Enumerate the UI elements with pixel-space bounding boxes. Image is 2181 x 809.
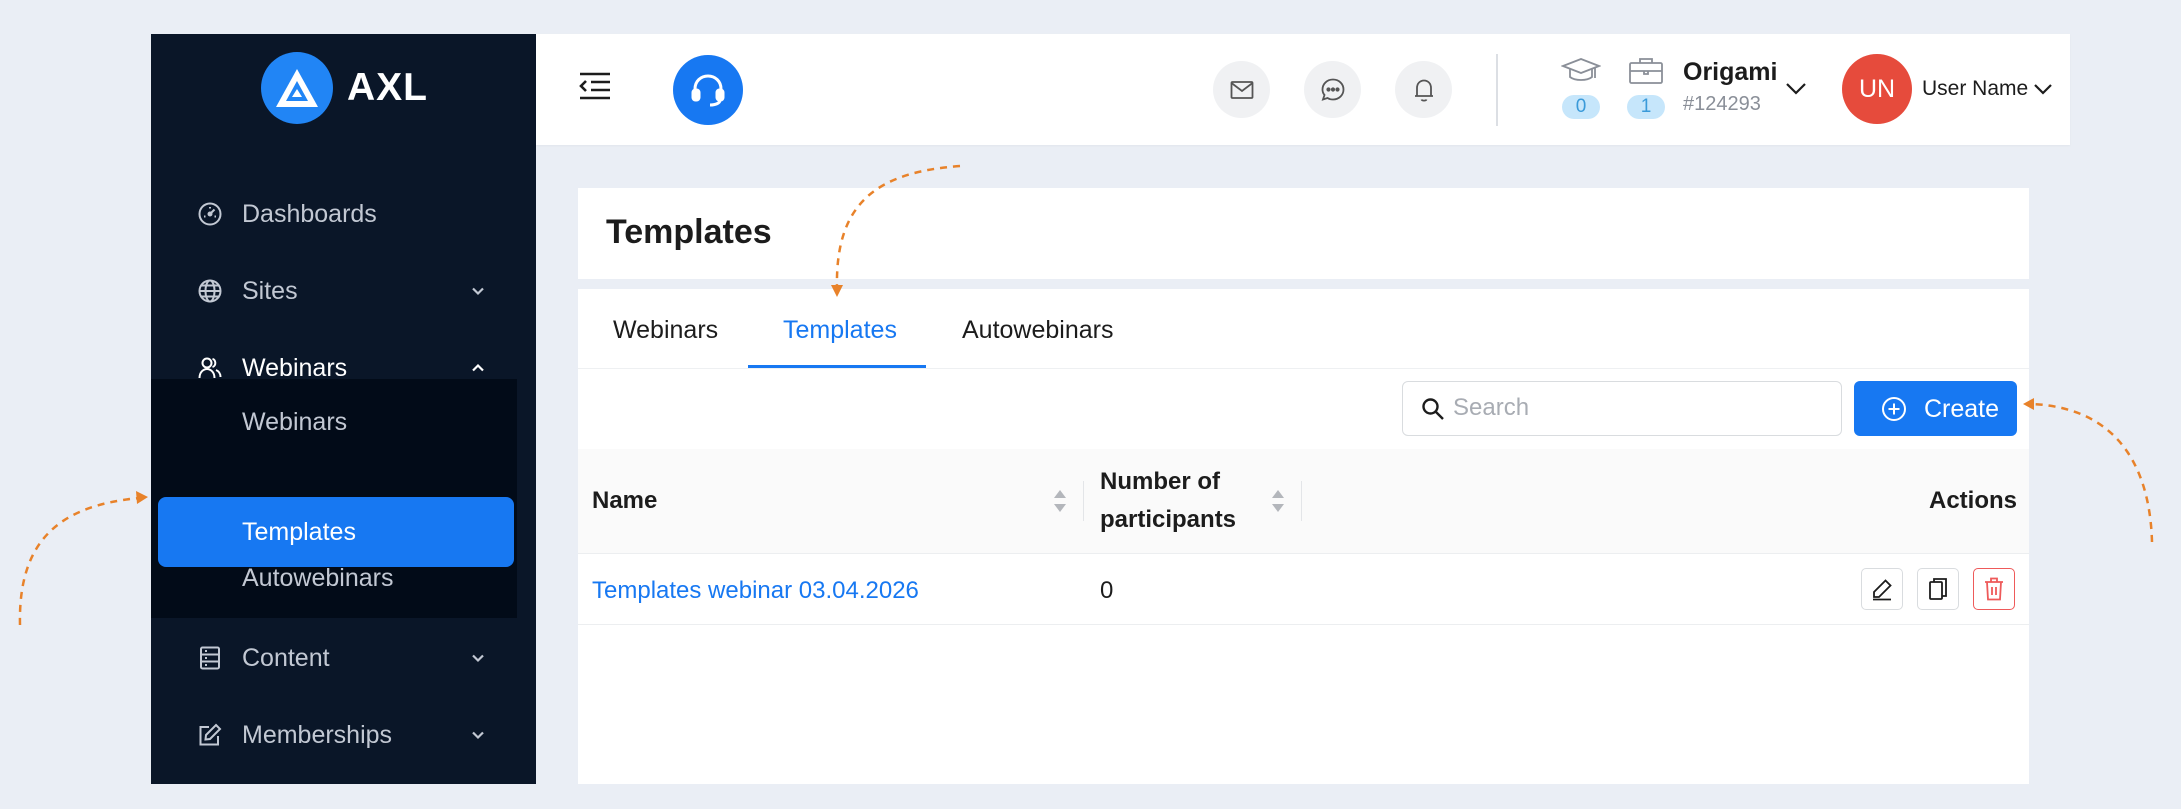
notifications-button[interactable] — [1395, 61, 1452, 118]
duplicate-button[interactable] — [1917, 568, 1959, 610]
participants-count: 0 — [1100, 577, 1114, 604]
organization-switcher[interactable]: Origami #124293 — [1683, 58, 1777, 116]
chevron-down-icon — [472, 654, 484, 663]
template-name-link[interactable]: Templates webinar 03.04.2026 — [592, 577, 919, 605]
search-box[interactable] — [1402, 381, 1842, 436]
top-header: 0 1 Origami #124293 UN User Name — [536, 34, 2070, 145]
menu-collapse-icon[interactable] — [578, 71, 612, 101]
speedometer-icon — [198, 202, 222, 226]
tab-bar: Webinars Templates Autowebinars — [578, 289, 2029, 369]
content-card: Webinars Templates Autowebinars Create N… — [578, 289, 2029, 784]
sidebar-item-label: Memberships — [242, 720, 393, 749]
chevron-down-icon — [472, 287, 484, 296]
courses-counter[interactable]: 0 — [1560, 56, 1602, 119]
sidebar-item-label: Sites — [242, 276, 298, 305]
sort-icon[interactable] — [1271, 488, 1285, 514]
chevron-down-icon[interactable] — [2033, 83, 2053, 96]
briefcase-icon — [1629, 58, 1663, 84]
sidebar-item-sites[interactable]: Sites — [151, 261, 536, 321]
sidebar-item-content[interactable]: Content — [151, 628, 536, 688]
submenu-item-autowebinars[interactable]: Autowebinars — [158, 542, 514, 612]
user-group-icon — [198, 357, 222, 379]
column-separator — [1083, 481, 1084, 521]
column-header-actions: Actions — [1928, 487, 2017, 514]
plus-circle-icon — [1882, 397, 1906, 421]
graduation-cap-icon — [1560, 58, 1602, 81]
column-header-line: participants — [1100, 506, 1237, 533]
trash-icon — [1985, 577, 2003, 601]
delete-button[interactable] — [1973, 568, 2015, 610]
sidebar-item-label: Dashboards — [242, 199, 377, 228]
support-button[interactable] — [673, 55, 743, 125]
chevron-down-icon — [472, 731, 484, 740]
title-card: Templates — [578, 188, 2029, 279]
sidebar: AXL Dashboards Sites Webinars Webinars T… — [151, 34, 536, 784]
column-header-name[interactable]: Name — [592, 482, 657, 520]
submenu-item-label: Webinars — [242, 407, 348, 436]
mail-icon — [1230, 80, 1253, 99]
create-button-label: Create — [1924, 395, 2000, 423]
table-header: Name Number of participants Actions — [578, 449, 2029, 554]
projects-counter[interactable]: 1 — [1626, 56, 1666, 119]
search-input[interactable] — [1453, 382, 1833, 434]
logo[interactable]: AXL — [261, 52, 428, 124]
active-tab-indicator — [748, 365, 926, 368]
sidebar-item-memberships[interactable]: Memberships — [151, 705, 536, 765]
logo-text: AXL — [347, 66, 428, 109]
search-icon — [1422, 398, 1444, 420]
webinars-submenu: Webinars Templates Autowebinars — [151, 379, 517, 618]
column-separator — [1301, 481, 1302, 521]
edit-button[interactable] — [1861, 568, 1903, 610]
tab-autowebinars[interactable]: Autowebinars — [962, 316, 1113, 345]
submenu-item-label: Autowebinars — [242, 564, 394, 592]
avatar[interactable]: UN — [1842, 54, 1912, 124]
table-row: Templates webinar 03.04.2026 0 — [578, 555, 2029, 625]
header-divider — [1496, 54, 1498, 126]
bell-icon — [1414, 79, 1433, 102]
chat-button[interactable] — [1304, 61, 1361, 118]
pencil-icon — [1873, 579, 1892, 601]
create-button[interactable]: Create — [1854, 381, 2017, 436]
copy-icon — [1929, 578, 1947, 600]
logo-mark-icon — [261, 52, 333, 124]
edit-icon — [199, 723, 222, 746]
org-id: #124293 — [1683, 93, 1761, 115]
tab-templates[interactable]: Templates — [783, 316, 897, 345]
user-name[interactable]: User Name — [1922, 77, 2028, 101]
sidebar-item-label: Content — [242, 643, 330, 672]
projects-count-badge: 1 — [1627, 95, 1665, 119]
globe-icon — [198, 279, 222, 303]
org-name: Origami — [1683, 58, 1778, 86]
column-header-participants[interactable]: Number of participants — [1100, 463, 1236, 539]
chevron-up-icon — [472, 363, 484, 372]
app-screen: AXL Dashboards Sites Webinars Webinars T… — [0, 0, 2181, 809]
page-title: Templates — [606, 213, 772, 251]
sidebar-item-dashboards[interactable]: Dashboards — [151, 184, 536, 244]
column-header-line: Number of — [1100, 468, 1220, 495]
courses-count-badge: 0 — [1562, 95, 1600, 119]
chevron-down-icon[interactable] — [1785, 82, 1807, 96]
tab-webinars[interactable]: Webinars — [613, 316, 718, 345]
server-icon — [200, 646, 220, 670]
sort-icon[interactable] — [1053, 488, 1067, 514]
submenu-item-webinars[interactable]: Webinars — [158, 387, 514, 457]
mail-button[interactable] — [1213, 61, 1270, 118]
headset-icon — [691, 74, 725, 107]
chat-icon — [1321, 78, 1344, 101]
